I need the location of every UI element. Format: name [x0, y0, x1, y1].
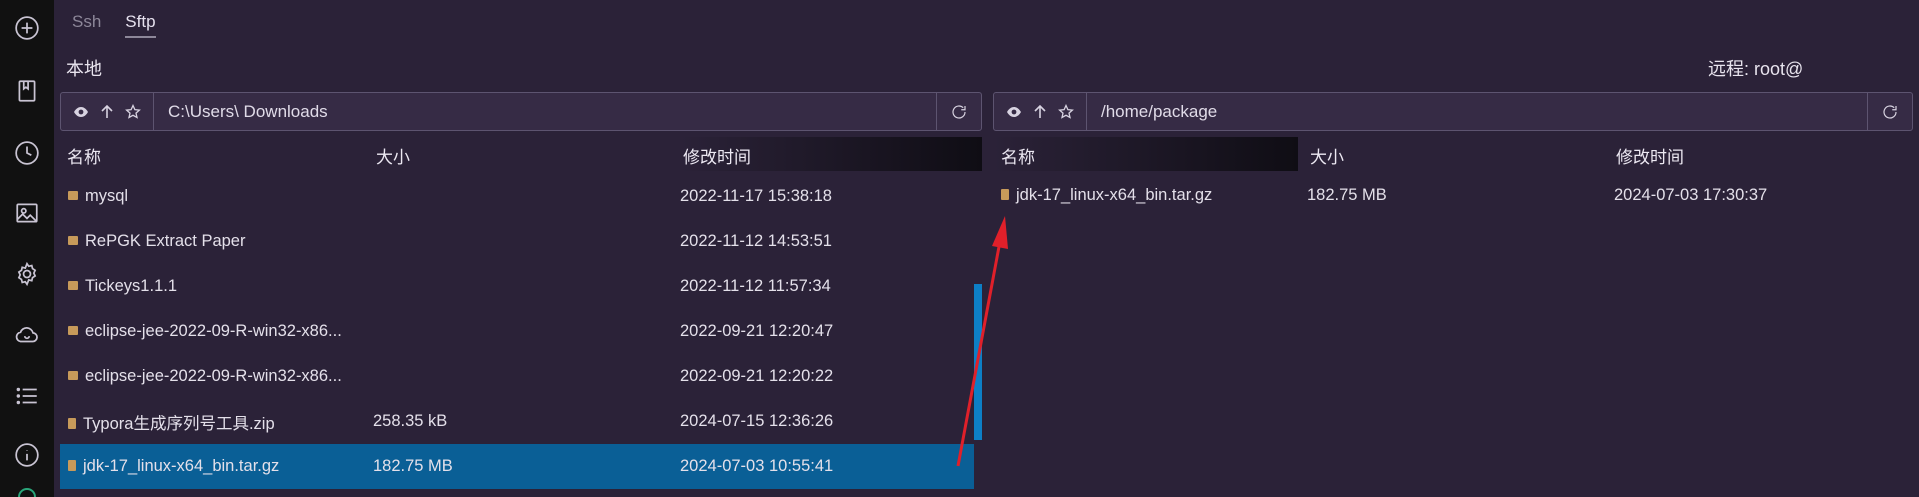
file-modified-cell: 2024-07-03 10:55:41 [680, 457, 834, 475]
file-modified-cell: 2022-09-21 12:20:22 [680, 367, 834, 385]
up-arrow-icon[interactable] [1032, 104, 1048, 120]
file-name-cell: Typora生成序列号工具.zip [68, 410, 275, 434]
folder-icon [68, 371, 78, 381]
eye-icon[interactable] [73, 104, 89, 120]
file-name-cell: jdk-17_linux-x64_bin.tar.gz [1001, 186, 1212, 205]
file-name-cell: jdk-17_linux-x64_bin.tar.gz [68, 457, 279, 476]
remote-panel-title: 远程: root@ [1708, 55, 1894, 81]
tab-sftp[interactable]: Sftp [125, 10, 156, 38]
file-icon [68, 460, 76, 472]
local-path-input[interactable]: C:\Users\ Downloads [154, 102, 936, 122]
table-row[interactable]: eclipse-jee-2022-09-R-win32-x86... 2022-0… [60, 354, 974, 399]
table-row[interactable]: eclipse-jee-2022-09-R-win32-x86... 2022-0… [60, 309, 974, 354]
status-indicator-icon [18, 488, 36, 497]
image-icon[interactable] [13, 199, 41, 227]
file-size-cell: 258.35 kB [373, 412, 448, 430]
settings-icon[interactable] [13, 260, 41, 288]
list-icon[interactable] [13, 382, 41, 410]
redacted-host [1803, 62, 1894, 79]
file-modified-cell: 2024-07-15 12:36:26 [680, 412, 834, 430]
file-name-cell: Tickeys1.1.1 [68, 277, 177, 296]
file-icon [68, 417, 76, 429]
refresh-icon [952, 104, 966, 119]
up-arrow-icon[interactable] [99, 104, 115, 120]
local-path-bar: C:\Users\ Downloads [60, 92, 982, 131]
folder-icon [68, 326, 78, 336]
refresh-icon [1883, 104, 1897, 119]
table-row[interactable]: RePGK Extract Paper 2022-11-12 14:53:51 [60, 219, 974, 264]
folder-icon [68, 191, 78, 201]
file-size-cell: 182.75 MB [1307, 186, 1387, 204]
file-modified-cell: 2022-11-12 11:57:34 [680, 277, 831, 295]
star-icon[interactable] [125, 103, 141, 120]
file-modified-cell: 2024-07-03 17:30:37 [1614, 186, 1768, 204]
file-size-cell: 182.75 MB [373, 457, 453, 475]
remote-col-name[interactable]: 名称 [1001, 143, 1035, 168]
history-icon[interactable] [13, 139, 41, 167]
cloud-sync-icon[interactable] [13, 321, 41, 349]
icon-rail [0, 0, 54, 497]
annotation-arrow-head [992, 216, 1008, 249]
remote-col-size[interactable]: 大小 [1310, 143, 1344, 168]
file-modified-cell: 2022-09-21 12:20:47 [680, 322, 834, 340]
local-refresh-button[interactable] [936, 93, 981, 130]
local-col-size[interactable]: 大小 [376, 143, 410, 168]
table-row[interactable]: jdk-17_linux-x64_bin.tar.gz 182.75 MB 2024… [60, 444, 974, 489]
file-name-cell: eclipse-jee-2022-09-R-win32-x86... [68, 322, 342, 341]
file-name-cell: mysql [68, 187, 128, 206]
table-row[interactable]: jdk-17_linux-x64_bin.tar.gz 182.75 MB 2024… [993, 173, 1913, 218]
add-icon[interactable] [13, 14, 41, 42]
table-row[interactable]: Typora生成序列号工具.zip 258.35 kB 2024-07-15 12:… [60, 399, 974, 444]
remote-col-modified[interactable]: 修改时间 [1616, 143, 1684, 168]
folder-icon [68, 236, 78, 246]
info-icon[interactable] [13, 441, 41, 469]
column-header-shade [993, 137, 1298, 171]
table-row[interactable]: mysql 2022-11-17 15:38:18 [60, 174, 974, 219]
remote-host-label: 远程: root@ [1708, 59, 1804, 79]
remote-path-input[interactable]: /home/package [1087, 102, 1867, 122]
bookmark-icon[interactable] [13, 77, 41, 105]
folder-icon [68, 281, 78, 291]
star-icon[interactable] [1058, 103, 1074, 120]
local-scrollbar[interactable] [974, 284, 982, 440]
local-panel-title: 本地 [66, 59, 102, 79]
remote-path-bar: /home/package [993, 92, 1913, 131]
local-col-modified[interactable]: 修改时间 [683, 143, 751, 168]
file-name-cell: eclipse-jee-2022-09-R-win32-x86... [68, 367, 342, 386]
remote-refresh-button[interactable] [1867, 93, 1912, 130]
table-row[interactable]: Tickeys1.1.1 2022-11-12 11:57:34 [60, 264, 974, 309]
tab-ssh[interactable]: Ssh [72, 10, 101, 38]
eye-icon[interactable] [1006, 104, 1022, 120]
file-modified-cell: 2022-11-17 15:38:18 [680, 187, 832, 205]
file-icon [1001, 189, 1009, 201]
file-modified-cell: 2022-11-12 14:53:51 [680, 232, 832, 250]
local-col-name[interactable]: 名称 [67, 143, 101, 168]
tab-bar: Ssh Sftp [72, 10, 156, 40]
file-name-cell: RePGK Extract Paper [68, 232, 245, 251]
